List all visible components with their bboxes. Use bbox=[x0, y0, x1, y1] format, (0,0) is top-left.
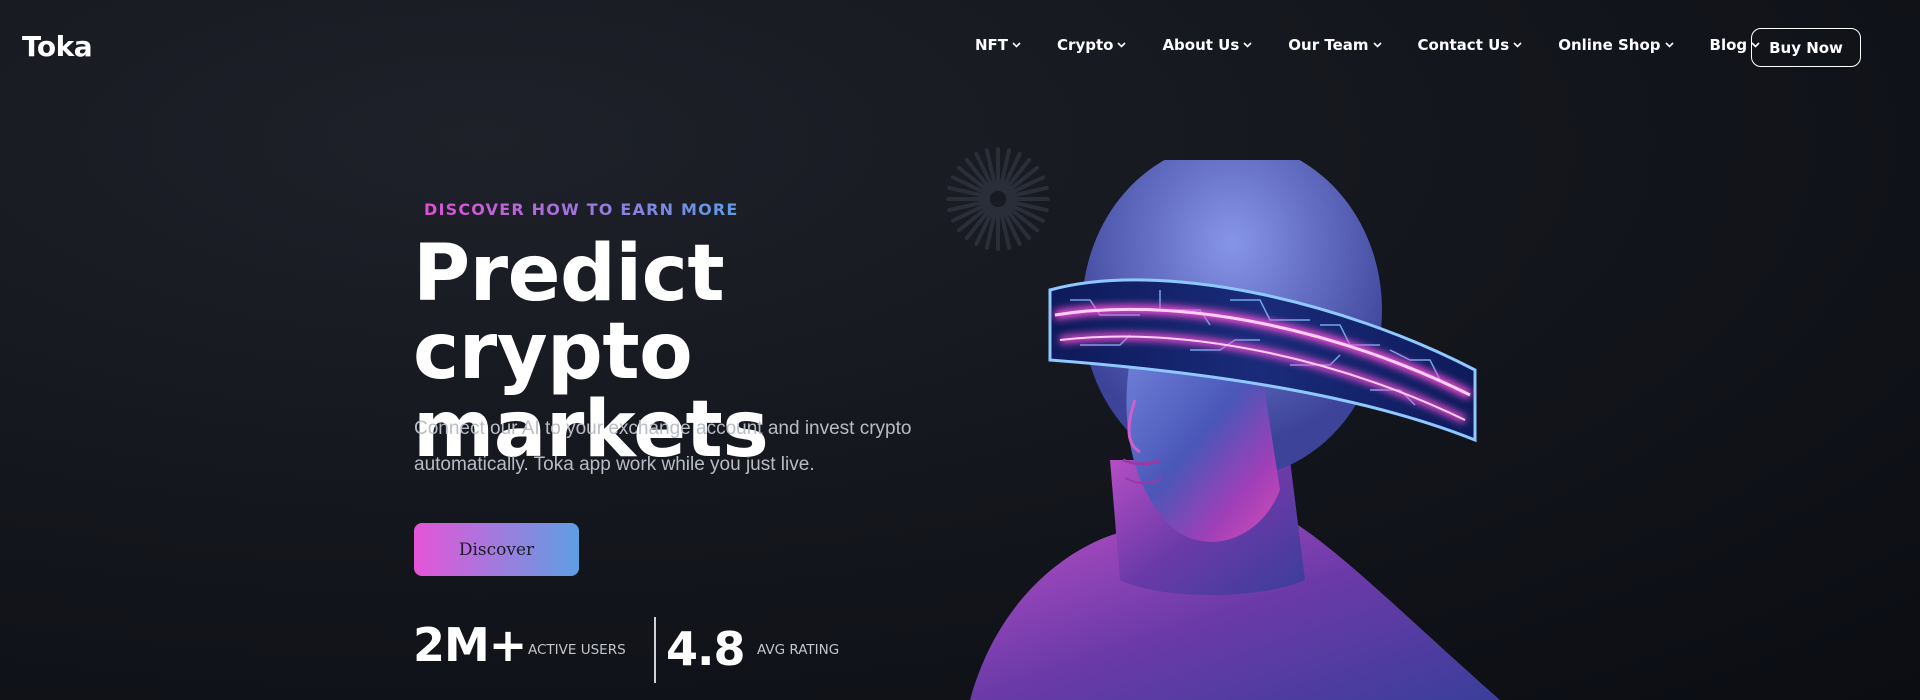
nav-item-contact-us[interactable]: Contact Us bbox=[1418, 36, 1523, 54]
nav-item-about-us[interactable]: About Us bbox=[1162, 36, 1252, 54]
nav-item-online-shop[interactable]: Online Shop bbox=[1558, 36, 1674, 54]
chevron-down-icon bbox=[1372, 42, 1382, 48]
nav-item-label: Crypto bbox=[1057, 36, 1114, 54]
hero-title-line: Predict crypto bbox=[413, 229, 725, 397]
discover-button[interactable]: Discover bbox=[414, 523, 579, 576]
chevron-down-icon bbox=[1513, 42, 1522, 48]
chevron-down-icon bbox=[1012, 42, 1021, 48]
stat-active-users-value: 2M+ bbox=[413, 618, 527, 672]
chevron-down-icon bbox=[1117, 42, 1127, 48]
nav-item-our-team[interactable]: Our Team bbox=[1288, 36, 1382, 54]
logo[interactable]: Toka bbox=[22, 30, 93, 63]
stat-divider bbox=[654, 617, 656, 683]
stat-avg-rating-label: AVG RATING bbox=[757, 642, 840, 658]
main-nav: NFT Crypto About Us Our Team Contact Us … bbox=[975, 36, 1796, 54]
nav-item-label: Contact Us bbox=[1417, 36, 1510, 54]
hero-description: Connect our AI to your exchange account … bbox=[414, 418, 912, 475]
nav-item-label: About Us bbox=[1162, 36, 1240, 54]
nav-item-label: Blog bbox=[1709, 36, 1748, 54]
nav-item-label: Online Shop bbox=[1558, 36, 1661, 54]
hero-eyebrow: DISCOVER HOW TO EARN MORE bbox=[424, 200, 739, 219]
buy-now-button[interactable]: Buy Now bbox=[1751, 28, 1861, 67]
site-header: Toka NFT Crypto About Us Our Team Contac… bbox=[0, 0, 1920, 95]
nav-item-crypto[interactable]: Crypto bbox=[1057, 36, 1127, 54]
nav-item-nft[interactable]: NFT bbox=[975, 36, 1021, 54]
chevron-down-icon bbox=[1243, 42, 1252, 48]
chevron-down-icon bbox=[1664, 42, 1674, 48]
nav-item-label: NFT bbox=[975, 36, 1009, 54]
stat-avg-rating-value: 4.8 bbox=[666, 622, 745, 676]
visor-head-illustration bbox=[970, 160, 1500, 700]
stat-active-users-label: ACTIVE USERS bbox=[528, 642, 626, 658]
nav-item-label: Our Team bbox=[1288, 36, 1369, 54]
